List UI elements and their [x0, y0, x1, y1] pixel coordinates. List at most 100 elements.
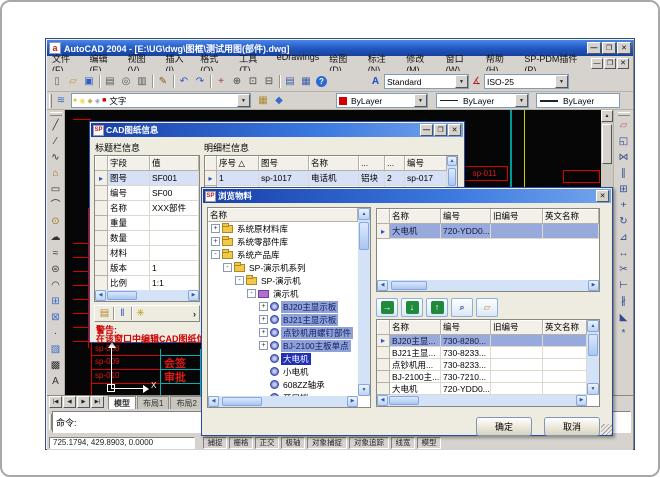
zoom-previous-icon[interactable]: ⊟	[261, 74, 277, 90]
undo-icon[interactable]: ↶	[176, 74, 192, 90]
column-header[interactable]: ...	[359, 156, 385, 171]
column-header[interactable]: 名称	[390, 320, 441, 335]
linetype-combo[interactable]: ByLayer ▼	[436, 93, 529, 108]
cell[interactable]: 720-YDD0...	[441, 224, 491, 239]
layers-manager-icon[interactable]: ≋	[53, 93, 69, 109]
cell[interactable]: 图号	[108, 171, 150, 186]
dialog-close-button[interactable]: ✕	[596, 190, 609, 202]
plot-icon[interactable]: ▤	[102, 74, 118, 90]
scrollbar-up-button[interactable]: ▲	[587, 320, 599, 332]
table-row[interactable]: BJ21主显...730-8233...	[377, 347, 599, 359]
scrollbar-thumb[interactable]	[448, 168, 456, 186]
scrollbar-left-button[interactable]: ◀	[95, 290, 106, 301]
polygon-icon[interactable]: ⌂	[48, 166, 64, 182]
dialog-maximize-button[interactable]: ❐	[434, 124, 447, 136]
cell[interactable]: 版本	[108, 261, 150, 276]
column-header[interactable]: 旧编号	[491, 320, 543, 335]
make-block-icon[interactable]: ⊠	[48, 310, 64, 326]
cell[interactable]	[491, 359, 543, 371]
lineweight-combo[interactable]: ByLayer	[536, 93, 620, 108]
tree-item[interactable]: -SP-演示机系列	[208, 261, 358, 274]
scrollbar-left-button[interactable]: ◀	[208, 396, 219, 407]
cell[interactable]	[491, 383, 543, 395]
cell[interactable]: 1:1	[150, 276, 199, 291]
status-toggle[interactable]: 栅格	[229, 437, 253, 449]
toolbar-grip[interactable]	[618, 112, 630, 116]
scrollbar-thumb[interactable]	[588, 334, 598, 356]
status-toggle[interactable]: 模型	[417, 437, 441, 449]
explode-icon[interactable]: *	[616, 326, 632, 342]
cell[interactable]	[150, 231, 199, 246]
hatch-icon[interactable]: ▧	[48, 342, 64, 358]
cell[interactable]	[543, 335, 587, 347]
mdi-close-button[interactable]: ✕	[617, 58, 629, 69]
chevron-down-icon[interactable]: ▼	[414, 94, 427, 107]
move-icon[interactable]: +	[616, 198, 632, 214]
cell[interactable]: BJ-2100主...	[390, 371, 441, 383]
scrollbar[interactable]: ◀▶	[377, 395, 587, 406]
cell[interactable]: SF001	[150, 171, 199, 186]
column-header[interactable]: 英文名称	[543, 320, 587, 335]
scrollbar-right-button[interactable]: ▶	[347, 396, 358, 407]
dim-style-icon[interactable]: ∡	[470, 74, 483, 90]
dialog-minimize-button[interactable]: —	[420, 124, 433, 136]
match-properties-icon[interactable]: ✎	[155, 74, 171, 90]
cell[interactable]: SF00	[150, 186, 199, 201]
mdi-minimize-button[interactable]: —	[591, 58, 603, 69]
columns-icon[interactable]: ‖	[116, 307, 129, 320]
move-up-icon[interactable]: ↑	[426, 298, 448, 317]
column-header[interactable]: 值	[150, 156, 199, 171]
column-header[interactable]: 序号 △	[217, 156, 259, 171]
cell[interactable]: 材料	[108, 246, 150, 261]
cell[interactable]: 1	[217, 171, 259, 186]
cell[interactable]: 电话机	[309, 171, 359, 186]
ellipse-icon[interactable]: ⊜	[48, 262, 64, 278]
tree-expand-toggle[interactable]: +	[211, 224, 220, 233]
tree-expand-toggle[interactable]: +	[259, 302, 268, 311]
cell[interactable]	[491, 224, 543, 239]
cell[interactable]: sp-017	[405, 171, 447, 186]
layer-combo[interactable]: ●◉◆◈■ 文字 ▼	[71, 93, 251, 108]
cell[interactable]	[150, 246, 199, 261]
scrollbar-thumb[interactable]	[389, 396, 419, 405]
scrollbar-right-button[interactable]: ▶	[188, 290, 199, 301]
toolbar-grip[interactable]	[49, 94, 52, 108]
cell[interactable]: sp-1017	[259, 171, 309, 186]
cell[interactable]: 2	[385, 171, 405, 186]
cancel-button[interactable]: 取消	[544, 417, 600, 436]
chevron-down-icon[interactable]: ▼	[237, 94, 250, 107]
tab-nav-button[interactable]: |◀	[49, 396, 62, 408]
cell[interactable]: 比例	[108, 276, 150, 291]
layer-states-icon[interactable]: ▦	[255, 93, 271, 109]
cell[interactable]: 大电机	[390, 383, 441, 395]
move-down-icon[interactable]: ↓	[401, 298, 423, 317]
new-file-icon[interactable]: ▯	[49, 74, 65, 90]
column-header[interactable]: 编号	[441, 320, 491, 335]
tab-nav-button[interactable]: ▶	[77, 396, 90, 408]
dialog-close-button[interactable]: ✕	[448, 124, 461, 136]
table-row[interactable]: BJ-2100主...730-7210...	[377, 371, 599, 383]
point-icon[interactable]: ·	[48, 326, 64, 342]
plot-preview-icon[interactable]: ◎	[118, 74, 134, 90]
add-to-selection-icon[interactable]: →	[376, 298, 398, 317]
table-row[interactable]: 大电机720-YDD0...	[377, 383, 599, 395]
scale-icon[interactable]: ⊿	[616, 230, 632, 246]
tree-expand-toggle[interactable]: +	[259, 328, 268, 337]
toolbar-overflow-icon[interactable]: ›	[193, 309, 196, 319]
arc-icon[interactable]: ⌒	[48, 198, 64, 214]
chevron-down-icon[interactable]: ▼	[455, 75, 468, 88]
layer-previous-icon[interactable]: ◆	[271, 93, 287, 109]
tree-item[interactable]: +BJ21主显示板	[208, 313, 358, 326]
column-header[interactable]: 图号	[259, 156, 309, 171]
table-row[interactable]: 点钞机用...730-8233...	[377, 359, 599, 371]
tree-item[interactable]: -演示机	[208, 287, 358, 300]
browse-dialog-title-bar[interactable]: SP 浏览物料 ✕	[203, 189, 611, 203]
construction-line-icon[interactable]: ∕	[48, 134, 64, 150]
resize-grip[interactable]	[601, 424, 612, 435]
tree-expand-toggle[interactable]: -	[235, 276, 244, 285]
cell[interactable]	[150, 216, 199, 231]
table-row[interactable]: ▸图号SF001	[95, 171, 199, 186]
tab-layout[interactable]: 布局1	[137, 396, 169, 409]
cell[interactable]: 重量	[108, 216, 150, 231]
table-row[interactable]: 编号SF00	[95, 186, 199, 201]
